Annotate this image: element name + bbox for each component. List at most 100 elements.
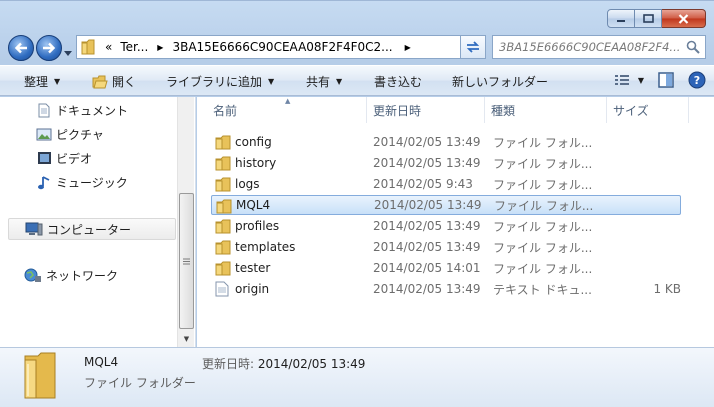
file-name: origin	[235, 282, 270, 296]
breadcrumb-segment[interactable]: 3BA15E6666C90CEAA08F2F4F0C2...	[172, 40, 392, 54]
scrollbar-thumb[interactable]	[179, 193, 194, 329]
nav-item-computer[interactable]: コンピューター	[8, 218, 176, 240]
folder-icon	[215, 218, 231, 234]
picture-icon	[36, 126, 52, 142]
file-name: profiles	[235, 219, 280, 233]
organize-label: 整理	[24, 75, 49, 89]
preview-pane-icon	[658, 72, 674, 88]
breadcrumb-overflow[interactable]: «	[105, 40, 112, 54]
network-icon	[24, 268, 42, 284]
new-folder-button[interactable]: 新しいフォルダー	[452, 73, 548, 90]
file-name: history	[235, 156, 277, 170]
breadcrumb-segment[interactable]: Ter...	[120, 40, 148, 54]
table-row[interactable]: origin 2014/02/05 13:49 テキスト ドキュ... 1 KB	[211, 279, 681, 299]
chevron-down-icon: ▼	[268, 77, 275, 86]
minimize-icon	[617, 19, 625, 22]
nav-item-label: ドキュメント	[56, 103, 129, 118]
preview-pane-button[interactable]	[658, 72, 674, 88]
file-name: templates	[235, 240, 296, 254]
help-icon: ?	[688, 71, 706, 89]
nav-item-videos[interactable]: ビデオ	[36, 148, 92, 168]
file-date: 2014/02/05 13:49	[373, 240, 481, 254]
search-input[interactable]	[499, 40, 684, 54]
change-view-button[interactable]: ▼	[614, 74, 644, 86]
file-name: logs	[235, 177, 260, 191]
table-row[interactable]: config 2014/02/05 13:49 ファイル フォル...	[211, 132, 681, 152]
chevron-down-icon	[64, 51, 72, 56]
file-type: ファイル フォル...	[493, 261, 593, 276]
sort-ascending-icon: ▲	[285, 97, 291, 105]
maximize-icon	[642, 14, 654, 23]
nav-item-pictures[interactable]: ピクチャ	[36, 124, 104, 144]
back-button[interactable]	[8, 35, 34, 61]
search-box[interactable]	[492, 35, 706, 59]
nav-item-network[interactable]: ネットワーク	[24, 267, 118, 284]
column-header-size[interactable]: サイズ	[607, 97, 689, 123]
navigation-pane: ドキュメント ピクチャ ビデオ ミュージック コンピューター ネットワーク ▼	[0, 97, 196, 347]
chevron-right-icon[interactable]: ▶	[405, 43, 411, 52]
details-pane: MQL4 ファイル フォルダー 更新日時: 2014/02/05 13:49	[0, 347, 714, 407]
burn-button[interactable]: 書き込む	[374, 73, 422, 90]
computer-icon	[25, 221, 43, 237]
open-button[interactable]: 開く	[92, 73, 136, 90]
table-row[interactable]: profiles 2014/02/05 13:49 ファイル フォル...	[211, 216, 681, 236]
file-date: 2014/02/05 13:49	[374, 198, 482, 212]
column-header-type[interactable]: 種類	[485, 97, 607, 123]
open-folder-icon	[92, 75, 108, 89]
file-date: 2014/02/05 13:49	[373, 156, 481, 170]
window-caption-buttons	[607, 9, 706, 28]
file-date: 2014/02/05 13:49	[373, 282, 481, 296]
file-type: ファイル フォル...	[494, 198, 594, 213]
search-icon[interactable]	[686, 40, 700, 54]
folder-icon	[215, 239, 231, 255]
chevron-right-icon[interactable]: ▶	[157, 43, 163, 52]
open-label: 開く	[112, 75, 137, 89]
nav-item-music[interactable]: ミュージック	[36, 172, 128, 192]
file-date: 2014/02/05 13:49	[373, 219, 481, 233]
close-icon	[678, 13, 689, 24]
share-button[interactable]: 共有 ▼	[306, 73, 342, 90]
command-bar: 整理 ▼ 開く ライブラリに追加 ▼ 共有 ▼ 書き込む 新しいフォルダー ▼	[0, 65, 714, 96]
organize-button[interactable]: 整理 ▼	[24, 73, 60, 90]
folder-icon	[215, 134, 231, 150]
forward-button[interactable]	[36, 35, 62, 61]
maximize-button[interactable]	[635, 9, 662, 28]
folder-icon	[77, 36, 99, 58]
table-row[interactable]: history 2014/02/05 13:49 ファイル フォル...	[211, 153, 681, 173]
folder-icon	[215, 176, 231, 192]
file-date: 2014/02/05 13:49	[373, 135, 481, 149]
text-file-icon	[215, 281, 231, 297]
table-row[interactable]: logs 2014/02/05 9:43 ファイル フォル...	[211, 174, 681, 194]
navigation-scrollbar[interactable]: ▼	[177, 97, 194, 347]
minimize-button[interactable]	[607, 9, 635, 28]
close-button[interactable]	[662, 9, 706, 28]
column-header-date[interactable]: 更新日時	[367, 97, 485, 123]
folder-icon	[22, 352, 58, 403]
help-button[interactable]: ?	[688, 71, 706, 89]
chevron-down-icon: ▼	[54, 77, 61, 86]
refresh-button[interactable]	[460, 35, 486, 59]
table-row[interactable]: tester 2014/02/05 14:01 ファイル フォル...	[211, 258, 681, 278]
nav-item-label: ネットワーク	[46, 269, 119, 283]
table-row[interactable]: templates 2014/02/05 13:49 ファイル フォル...	[211, 237, 681, 257]
grip-icon	[183, 258, 190, 264]
video-icon	[36, 150, 52, 166]
view-tools: ▼ ?	[614, 71, 706, 89]
include-in-library-button[interactable]: ライブラリに追加 ▼	[166, 73, 274, 90]
column-label: 更新日時	[373, 103, 422, 118]
address-bar[interactable]: « Ter... ▶ 3BA15E6666C90CEAA08F2F4F0C2..…	[76, 35, 486, 59]
file-type: ファイル フォル...	[493, 156, 593, 171]
music-icon	[36, 174, 52, 190]
file-list: 名前 ▲ 更新日時 種類 サイズ config 2014/02/05 13:49 フ…	[197, 97, 714, 347]
table-row[interactable]: MQL4 2014/02/05 13:49 ファイル フォル...	[211, 195, 681, 215]
column-label: 名前	[213, 103, 238, 118]
folder-icon	[216, 198, 232, 214]
nav-item-documents[interactable]: ドキュメント	[36, 100, 128, 120]
burn-label: 書き込む	[374, 75, 423, 89]
nav-item-label: ビデオ	[56, 151, 93, 166]
recent-pages-dropdown[interactable]	[64, 45, 72, 59]
document-icon	[36, 102, 52, 118]
chevron-down-icon: ▼	[336, 77, 343, 86]
scroll-down-button[interactable]: ▼	[178, 331, 195, 347]
details-type: ファイル フォルダー	[84, 376, 196, 390]
